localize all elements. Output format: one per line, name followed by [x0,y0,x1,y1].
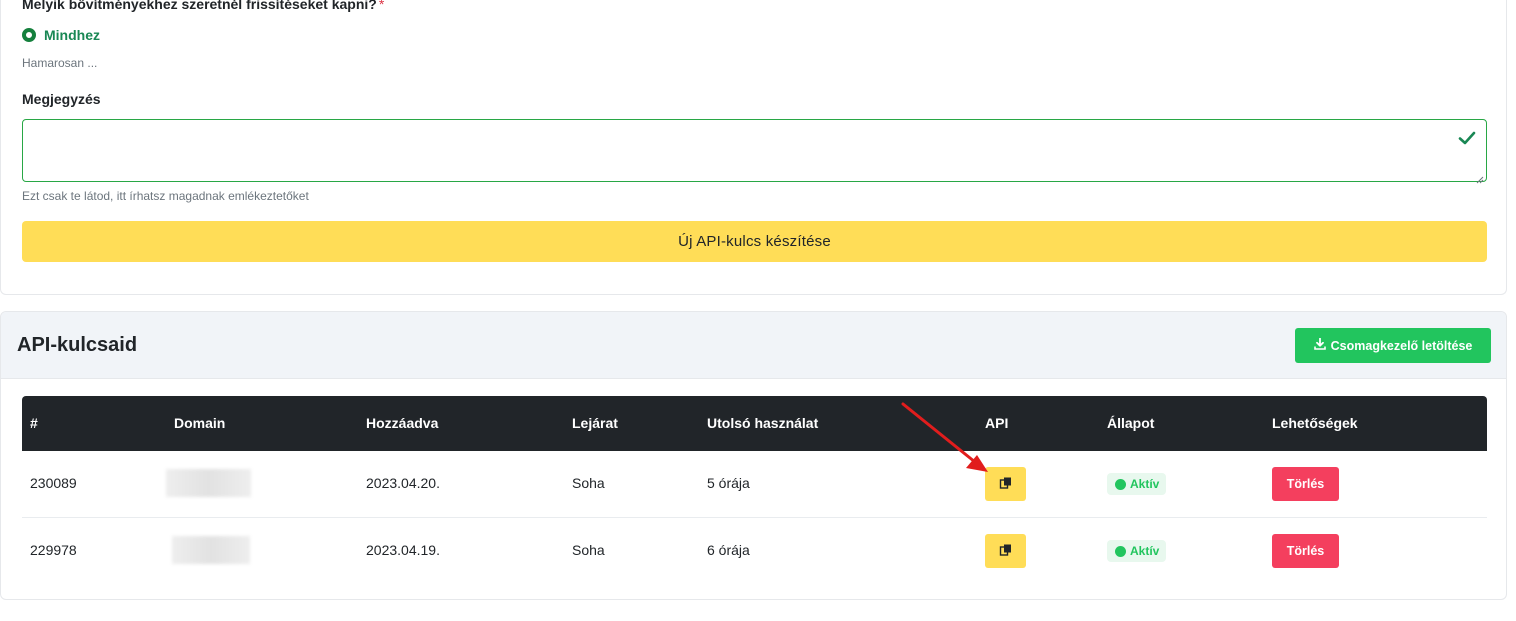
status-dot-icon [1115,545,1126,557]
cell-last-used: 6 órája [707,542,750,558]
cell-last-used: 5 órája [707,475,750,491]
create-api-key-button[interactable]: Új API-kulcs készítése [22,221,1487,262]
download-label: Csomagkezelő letöltése [1330,338,1473,353]
status-label: Aktív [1130,544,1160,558]
card-title: API-kulcsaid [17,334,138,356]
card-header: API-kulcsaid Csomagkezelő letöltése [1,312,1506,379]
radio-checked-icon[interactable] [22,28,36,42]
cell-added: 2023.04.19. [366,542,440,558]
table-row: 229978 2023.04.19. Soha 6 órája Aktív Tö… [22,518,1487,585]
cell-expires: Soha [572,475,605,491]
status-badge: Aktív [1107,540,1167,562]
copy-api-key-button[interactable] [985,467,1026,501]
api-keys-card: API-kulcsaid Csomagkezelő letöltése # Do… [0,311,1507,600]
cell-id: 230089 [30,475,77,491]
cell-id: 229978 [30,542,77,558]
domain-redacted [166,469,251,497]
download-icon [1313,337,1326,353]
radio-label[interactable]: Mindhez [44,27,100,43]
col-actions: Lehetőségek [1272,415,1358,431]
col-api: API [985,415,1009,431]
new-key-form-card: Melyik bővítményekhez szeretnél frissíté… [0,0,1507,295]
note-hint: Ezt csak te látod, itt írhatsz magadnak … [22,189,309,203]
delete-button[interactable]: Törlés [1272,534,1339,568]
copy-icon [999,476,1013,493]
status-label: Aktív [1130,477,1160,491]
resize-handle-icon[interactable] [1476,171,1484,184]
col-expires: Lejárat [572,415,618,431]
download-package-manager-button[interactable]: Csomagkezelő letöltése [1295,328,1491,363]
col-added: Hozzáadva [366,415,439,431]
table-row: 230089 2023.04.20. Soha 5 órája Aktív Tö… [22,451,1487,518]
copy-icon [999,543,1013,560]
note-label: Megjegyzés [22,91,101,107]
delete-button[interactable]: Törlés [1272,467,1339,501]
table-header: # Domain Hozzáadva Lejárat Utolsó haszná… [22,396,1487,451]
required-mark: * [378,0,385,12]
domain-redacted [172,536,250,564]
status-badge: Aktív [1107,473,1167,495]
check-icon [1458,129,1476,147]
radio-option-mindhez[interactable]: Mindhez [22,27,100,43]
radio-hint: Hamarosan ... [22,56,98,70]
col-domain: Domain [174,415,226,431]
col-id: # [30,415,38,431]
cell-added: 2023.04.20. [366,475,440,491]
note-textarea[interactable] [22,119,1487,184]
col-last-used: Utolsó használat [707,415,819,431]
col-status: Állapot [1107,415,1155,431]
plugins-question-label: Melyik bővítményekhez szeretnél frissíté… [22,0,384,12]
status-dot-icon [1115,478,1126,490]
cell-expires: Soha [572,542,605,558]
copy-api-key-button[interactable] [985,534,1026,568]
